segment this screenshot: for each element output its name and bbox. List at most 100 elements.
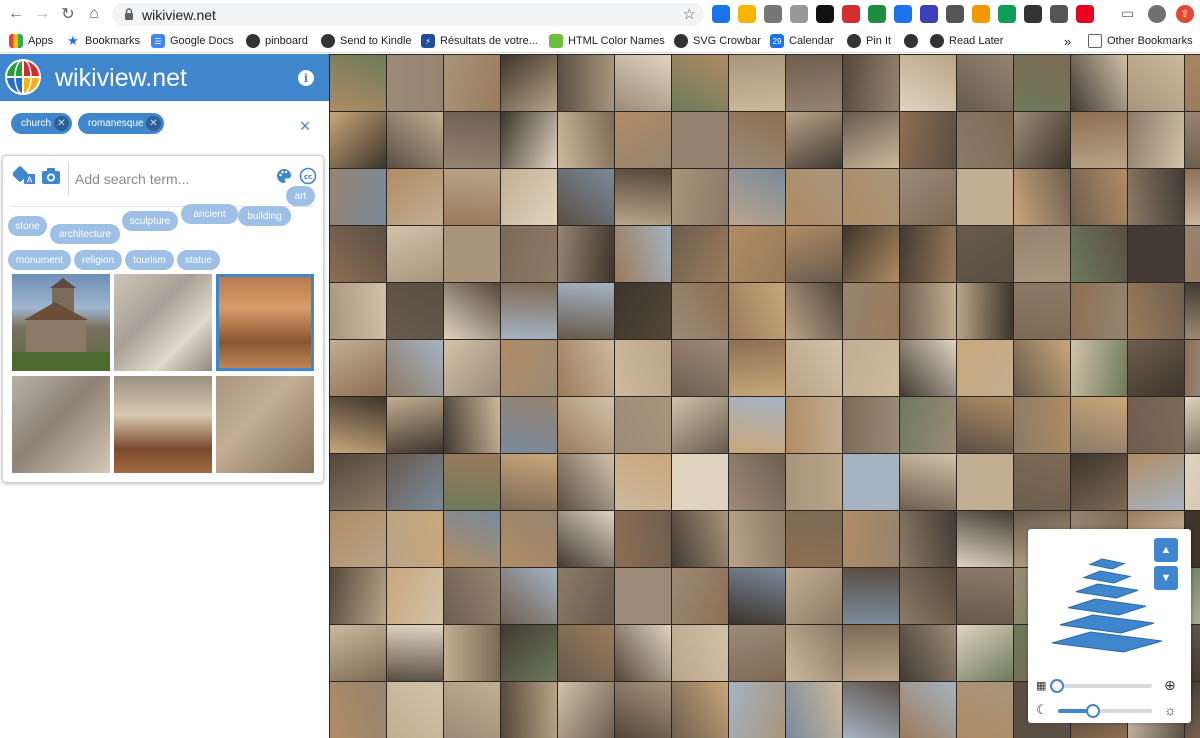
mosaic-tile[interactable] (444, 625, 500, 681)
mosaic-tile[interactable] (330, 55, 386, 111)
mosaic-tile[interactable] (558, 169, 614, 225)
suggestion-tag[interactable]: architecture (50, 224, 120, 244)
mosaic-tile[interactable] (558, 55, 614, 111)
mosaic-tile[interactable] (330, 169, 386, 225)
mosaic-tile[interactable] (615, 55, 671, 111)
mosaic-tile[interactable] (843, 226, 899, 282)
mosaic-tile[interactable] (900, 55, 956, 111)
palette-icon[interactable] (276, 168, 292, 184)
forward-icon[interactable]: → (32, 4, 52, 24)
mosaic-tile[interactable] (786, 568, 842, 624)
mosaic-tile[interactable] (672, 454, 728, 510)
mosaic-tile[interactable] (957, 112, 1013, 168)
mosaic-tile[interactable] (444, 511, 500, 567)
mosaic-tile[interactable] (1071, 55, 1127, 111)
bookmark-globe[interactable] (904, 33, 918, 49)
mosaic-tile[interactable] (330, 112, 386, 168)
extension-icon[interactable] (790, 5, 808, 23)
mosaic-tile[interactable] (843, 55, 899, 111)
mosaic-tile[interactable] (900, 625, 956, 681)
suggestion-tag[interactable]: tourism (125, 250, 174, 270)
mosaic-tile[interactable] (615, 511, 671, 567)
mosaic-tile[interactable] (786, 625, 842, 681)
mosaic-tile[interactable] (1128, 397, 1184, 453)
mosaic-tile[interactable] (387, 112, 443, 168)
mosaic-tile[interactable] (1071, 340, 1127, 396)
mosaic-tile[interactable] (957, 397, 1013, 453)
mosaic-tile[interactable] (387, 169, 443, 225)
mosaic-tile[interactable] (501, 169, 557, 225)
mosaic-tile[interactable] (387, 55, 443, 111)
bookmark-apps[interactable]: Apps (9, 33, 53, 49)
mosaic-tile[interactable] (672, 625, 728, 681)
mosaic-tile[interactable] (786, 283, 842, 339)
mosaic-tile[interactable] (387, 511, 443, 567)
mosaic-tile[interactable] (672, 568, 728, 624)
bookmark-star-icon[interactable]: ☆ (683, 5, 696, 23)
result-thumbnail[interactable] (114, 376, 212, 473)
mosaic-tile[interactable] (615, 397, 671, 453)
mosaic-tile[interactable] (558, 511, 614, 567)
mosaic-tile[interactable] (900, 226, 956, 282)
mosaic-tile[interactable] (330, 454, 386, 510)
mosaic-tile[interactable] (729, 454, 785, 510)
mosaic-tile[interactable] (501, 682, 557, 738)
extension-icon[interactable] (842, 5, 860, 23)
mosaic-tile[interactable] (1185, 226, 1200, 282)
mosaic-tile[interactable] (729, 226, 785, 282)
mosaic-tile[interactable] (615, 682, 671, 738)
bookmark-resultats[interactable]: ⚡ Résultats de votre... (421, 33, 538, 49)
mosaic-tile[interactable] (1071, 112, 1127, 168)
mosaic-tile[interactable] (330, 568, 386, 624)
translate-icon[interactable]: A (13, 166, 37, 186)
mosaic-tile[interactable] (387, 625, 443, 681)
mosaic-tile[interactable] (729, 511, 785, 567)
mosaic-tile[interactable] (1014, 112, 1070, 168)
mosaic-tile[interactable] (444, 397, 500, 453)
mosaic-tile[interactable] (957, 511, 1013, 567)
chip-church[interactable]: church ✕ (11, 113, 72, 134)
mosaic-tile[interactable] (615, 283, 671, 339)
mosaic-tile[interactable] (501, 340, 557, 396)
suggestion-tag[interactable]: religion (74, 250, 122, 270)
bookmark-svg-crowbar[interactable]: SVG Crowbar (674, 33, 761, 49)
mosaic-tile[interactable] (900, 682, 956, 738)
mosaic-tile[interactable] (558, 112, 614, 168)
mosaic-tile[interactable] (1014, 340, 1070, 396)
mosaic-tile[interactable] (1185, 454, 1200, 510)
mosaic-tile[interactable] (729, 169, 785, 225)
mosaic-tile[interactable] (501, 55, 557, 111)
mosaic-tile[interactable] (444, 112, 500, 168)
update-icon[interactable]: ⇧ (1176, 5, 1194, 23)
extension-icon[interactable] (998, 5, 1016, 23)
density-slider-knob[interactable] (1050, 679, 1064, 693)
mosaic-tile[interactable] (786, 112, 842, 168)
creative-commons-icon[interactable]: cc (299, 167, 317, 185)
mosaic-tile[interactable] (843, 340, 899, 396)
mosaic-tile[interactable] (729, 340, 785, 396)
mosaic-tile[interactable] (729, 682, 785, 738)
mosaic-tile[interactable] (501, 625, 557, 681)
density-slider[interactable] (1050, 679, 1152, 693)
extension-icon[interactable] (712, 5, 730, 23)
extension-icon[interactable] (1024, 5, 1042, 23)
suggestion-tag[interactable]: art (286, 186, 315, 206)
mosaic-tile[interactable] (786, 340, 842, 396)
extension-icon[interactable] (738, 5, 756, 23)
mosaic-tile[interactable] (558, 682, 614, 738)
mosaic-tile[interactable] (1128, 169, 1184, 225)
suggestion-tag[interactable]: sculpture (122, 211, 178, 231)
mosaic-tile[interactable] (330, 397, 386, 453)
mosaic-tile[interactable] (843, 397, 899, 453)
mosaic-tile[interactable] (444, 226, 500, 282)
mosaic-tile[interactable] (1185, 55, 1200, 111)
reload-icon[interactable]: ↻ (58, 4, 78, 24)
mosaic-tile[interactable] (843, 625, 899, 681)
mosaic-tile[interactable] (330, 226, 386, 282)
mosaic-tile[interactable] (672, 112, 728, 168)
result-thumbnail[interactable] (12, 274, 110, 371)
mosaic-tile[interactable] (444, 55, 500, 111)
mosaic-tile[interactable] (444, 454, 500, 510)
mosaic-tile[interactable] (957, 169, 1013, 225)
mosaic-tile[interactable] (1185, 340, 1200, 396)
